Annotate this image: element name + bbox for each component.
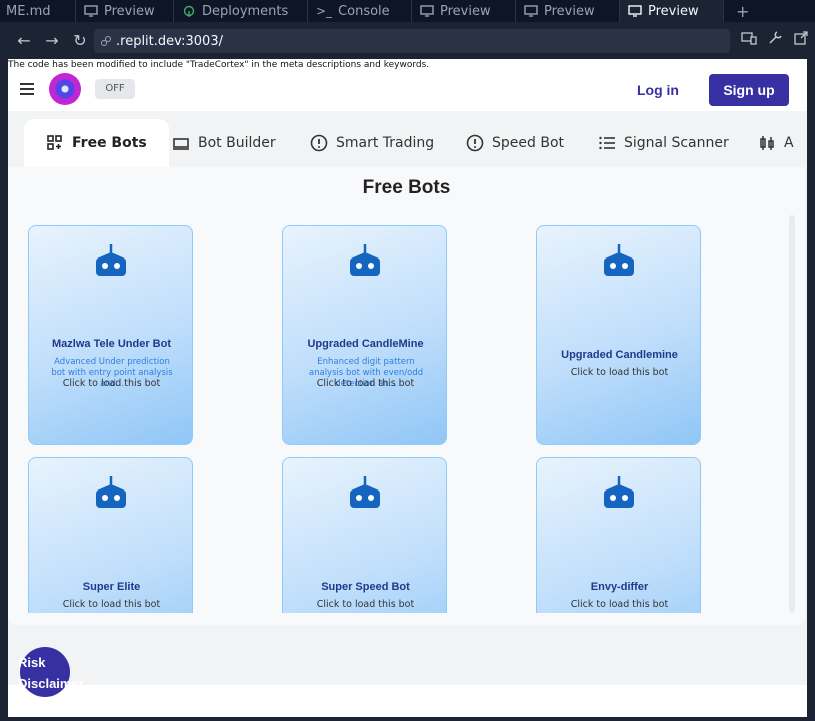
tab-label: Signal Scanner <box>624 135 729 151</box>
menu-icon[interactable] <box>20 83 34 95</box>
link-icon <box>101 36 111 46</box>
panel-title: Free Bots <box>362 177 451 198</box>
ide-tab-preview-3[interactable]: Preview <box>516 0 620 22</box>
bot-title: Upgraded CandleMine <box>307 338 424 350</box>
bot-hint: Click to load this bot <box>570 599 669 610</box>
wrench-icon[interactable] <box>767 30 783 46</box>
preview-viewport: The code has been modified to include "T… <box>8 59 807 685</box>
reload-icon[interactable]: ↻ <box>66 31 94 50</box>
tab-label: Free Bots <box>72 135 147 151</box>
monitor-icon <box>420 5 434 17</box>
terminal-icon: >_ <box>316 4 333 18</box>
bot-card[interactable]: Upgraded Candlemine Click to load this b… <box>536 225 701 445</box>
robot-icon <box>350 476 380 508</box>
back-arrow-icon[interactable]: ← <box>10 31 38 50</box>
bot-hint: Click to load this bot <box>62 599 161 610</box>
builder-icon <box>173 138 189 150</box>
tab-label: Bot Builder <box>198 135 276 151</box>
bot-card[interactable]: Upgraded CandleMine Enhanced digit patte… <box>282 225 447 445</box>
bot-grid: Mazlwa Tele Under Bot Advanced Under pre… <box>8 215 798 613</box>
list-icon <box>599 136 615 150</box>
monitor-icon <box>628 5 642 17</box>
url-actions <box>741 30 809 46</box>
tab-signal-scanner[interactable]: Signal Scanner <box>598 119 729 167</box>
ide-tab-label: ME.md <box>6 3 51 19</box>
grid-icon <box>47 135 62 150</box>
ide-tab-readme[interactable]: ME.md <box>0 0 76 22</box>
monitor-icon <box>524 5 538 17</box>
candles-icon <box>760 136 774 150</box>
tab-label: Speed Bot <box>492 135 564 151</box>
url-text: .replit.dev:3003/ <box>116 33 223 49</box>
bot-hint: Click to load this bot <box>316 599 415 610</box>
free-bots-panel: Free Bots Mazlwa Tele Under Bot Advanced… <box>8 167 805 625</box>
ide-tab-label: Preview <box>544 3 595 19</box>
tab-analysis[interactable]: A <box>758 119 794 167</box>
ide-tab-label: Preview <box>648 3 699 19</box>
bot-title: Super Speed Bot <box>321 581 410 593</box>
tab-smart-trading[interactable]: Smart Trading <box>310 119 434 167</box>
bot-card[interactable]: Super Elite Click to load this bot <box>28 457 193 613</box>
ide-tab-deployments[interactable]: Deployments <box>174 0 308 22</box>
bot-title: Super Elite <box>82 581 141 593</box>
robot-icon <box>350 244 380 276</box>
bot-hint: Click to load this bot <box>62 378 161 389</box>
monitor-icon <box>84 5 98 17</box>
tab-speed-bot[interactable]: Speed Bot <box>466 119 564 167</box>
ide-tab-label: Console <box>338 3 390 19</box>
ide-tab-bar: ME.md Preview Deployments >_ Console Pre… <box>0 0 815 22</box>
brand-logo[interactable] <box>49 73 81 105</box>
tab-label: A <box>784 135 794 151</box>
bot-title: Envy-differ <box>590 581 649 593</box>
bot-hint: Click to load this bot <box>316 378 415 389</box>
page-footer <box>8 685 807 717</box>
feature-tabs: Free Bots Bot Builder Smart Trading Spee… <box>8 111 807 167</box>
robot-icon <box>96 476 126 508</box>
ide-tab-label: Preview <box>440 3 491 19</box>
tab-bot-builder[interactable]: Bot Builder <box>172 119 276 167</box>
external-link-icon[interactable] <box>793 30 809 46</box>
bot-title: Upgraded Candlemine <box>561 349 678 361</box>
bot-hint: Click to load this bot <box>570 367 669 378</box>
alert-circle-icon <box>466 134 484 152</box>
bot-title: Mazlwa Tele Under Bot <box>52 338 171 350</box>
login-button[interactable]: Log in <box>632 79 684 101</box>
bot-card[interactable]: Super Speed Bot Click to load this bot <box>282 457 447 613</box>
robot-icon <box>604 476 634 508</box>
deploy-icon <box>183 5 195 17</box>
devices-icon[interactable] <box>741 30 757 46</box>
bot-card[interactable]: Mazlwa Tele Under Bot Advanced Under pre… <box>28 225 193 445</box>
ide-tab-label: Preview <box>104 3 155 19</box>
signup-button[interactable]: Sign up <box>709 74 789 106</box>
forward-arrow-icon[interactable]: → <box>38 31 66 50</box>
url-input[interactable]: .replit.dev:3003/ <box>94 29 730 53</box>
ide-tab-preview-1[interactable]: Preview <box>76 0 174 22</box>
tab-label: Smart Trading <box>336 135 435 151</box>
ide-tab-preview-2[interactable]: Preview <box>412 0 516 22</box>
panel-scrollbar[interactable] <box>789 215 795 613</box>
mode-toggle[interactable]: OFF <box>95 79 135 99</box>
bot-card[interactable]: Envy-differ Click to load this bot <box>536 457 701 613</box>
alert-circle-icon <box>310 134 328 152</box>
ide-tab-preview-active[interactable]: Preview <box>620 0 724 22</box>
robot-icon <box>604 244 634 276</box>
notice-text: The code has been modified to include "T… <box>8 59 807 71</box>
ide-tab-console[interactable]: >_ Console <box>308 0 412 22</box>
url-bar: ← → ↻ .replit.dev:3003/ <box>0 22 815 59</box>
new-tab-button[interactable]: + <box>724 0 761 22</box>
robot-icon <box>96 244 126 276</box>
risk-disclaimer-label[interactable]: Risk Disclaimer <box>18 652 108 694</box>
tab-free-bots[interactable]: Free Bots <box>24 119 169 167</box>
ide-tab-label: Deployments <box>202 3 289 19</box>
